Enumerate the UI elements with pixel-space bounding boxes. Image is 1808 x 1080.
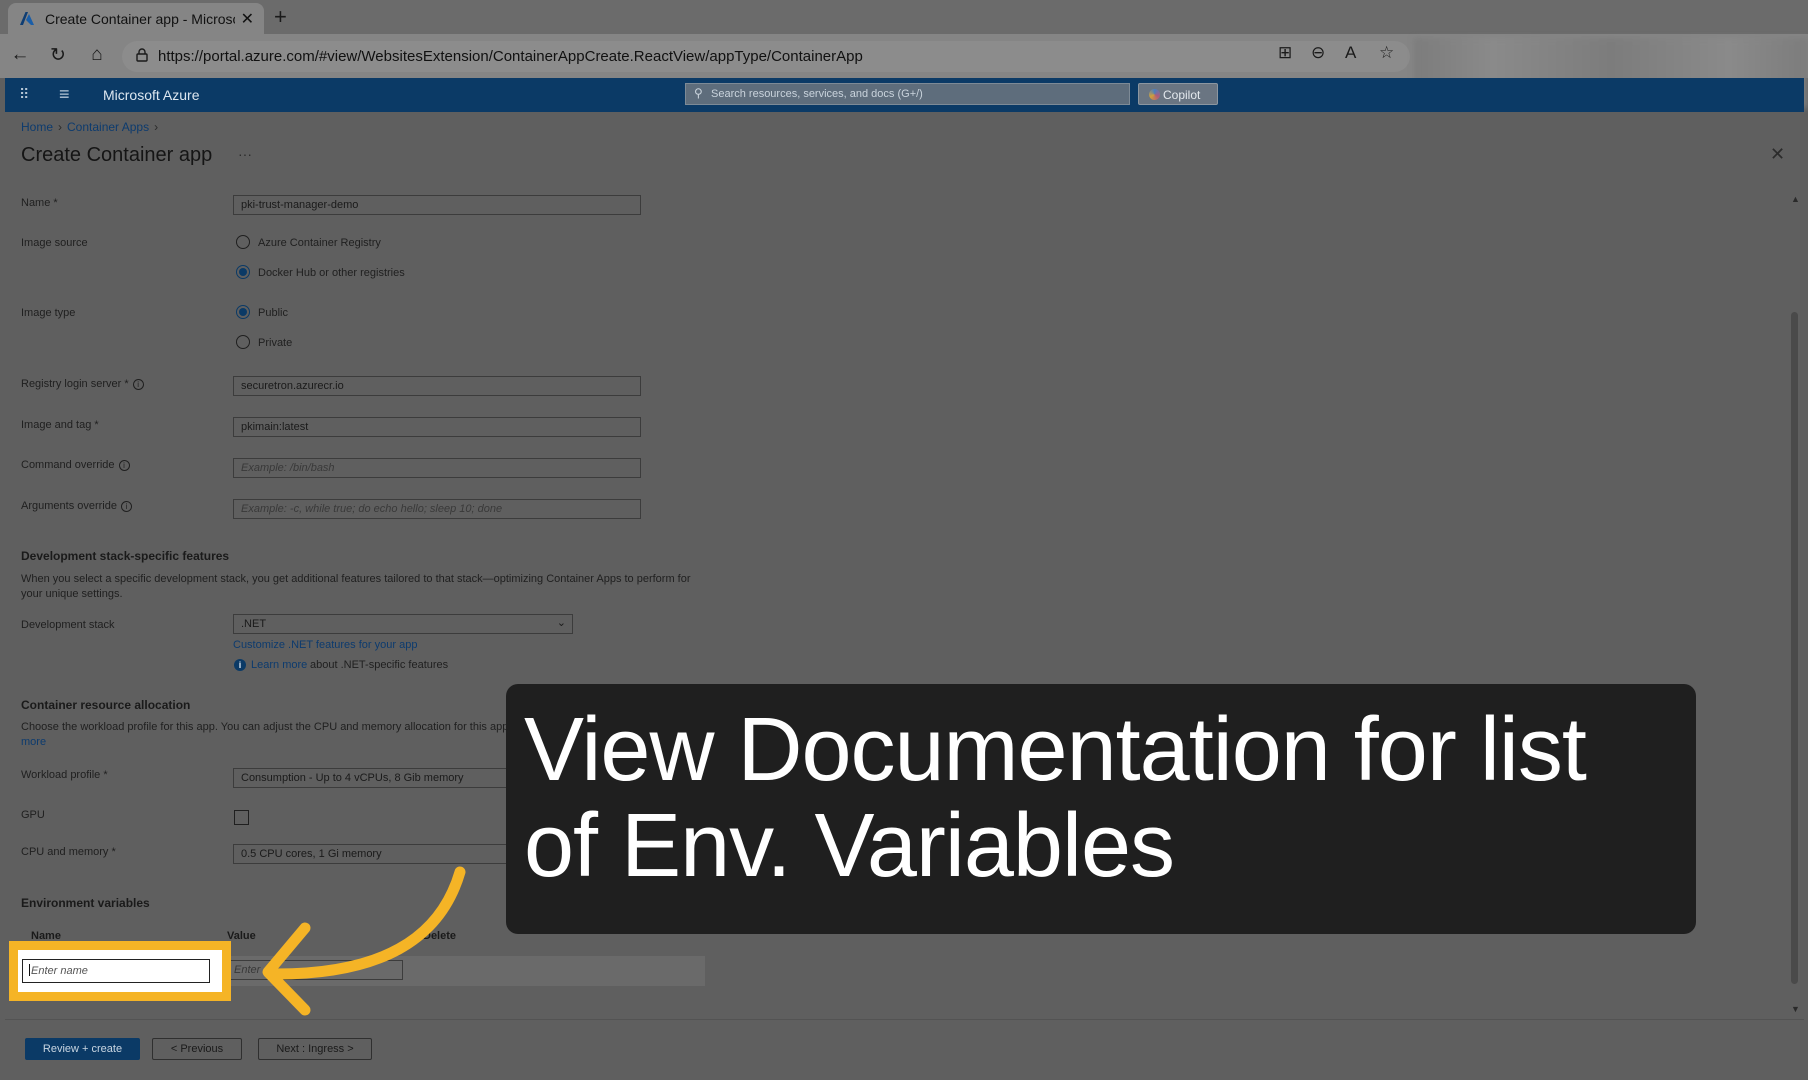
radio-circle <box>236 265 250 279</box>
waffle-icon[interactable]: ⠿ <box>19 86 29 103</box>
radio-circle <box>236 235 250 249</box>
page-title: Create Container app <box>21 144 213 166</box>
close-icon[interactable]: ✕ <box>1770 144 1785 165</box>
gpu-checkbox[interactable] <box>234 810 249 825</box>
zoom-icon[interactable]: ⊖ <box>1311 43 1325 63</box>
command-label: Command override i <box>21 459 130 471</box>
name-field[interactable]: pki-trust-manager-demo <box>233 195 641 215</box>
registry-field[interactable]: securetron.azurecr.io <box>233 376 641 396</box>
back-icon[interactable]: ← <box>8 44 32 66</box>
env-name-placeholder: Enter name <box>31 965 88 977</box>
dev-stack-value: .NET <box>241 618 267 630</box>
dev-stack-label: Development stack <box>21 619 115 631</box>
search-icon: ⚲ <box>694 86 703 100</box>
radio-label: Docker Hub or other registries <box>258 267 405 279</box>
callout-text: View Documentation for list of Env. Vari… <box>524 700 1587 896</box>
home-icon[interactable]: ⌂ <box>85 44 109 66</box>
image-source-label: Image source <box>21 237 88 249</box>
learn-more-suffix: about .NET-specific features <box>310 659 449 671</box>
scroll-up-icon[interactable]: ▲ <box>1791 194 1800 204</box>
cpu-memory-value: 0.5 CPU cores, 1 Gi memory <box>241 848 382 860</box>
radio-circle <box>236 335 250 349</box>
dev-stack-select[interactable]: .NET ⌄ <box>233 614 573 634</box>
tab-title: Create Container app - Microsoft <box>45 10 235 27</box>
env-value-field[interactable]: Enter <box>227 960 403 980</box>
env-name-field[interactable]: Enter name <box>22 959 210 983</box>
browser-tab[interactable]: Create Container app - Microsoft ✕ <box>8 3 264 34</box>
resource-description: Choose the workload profile for this app… <box>21 721 509 733</box>
previous-button[interactable]: < Previous <box>152 1038 242 1060</box>
radio-label: Azure Container Registry <box>258 237 381 249</box>
info-icon[interactable]: i <box>121 501 132 512</box>
customize-net-link[interactable]: Customize .NET features for your app <box>233 639 417 651</box>
apps-icon[interactable]: ⊞ <box>1278 43 1292 63</box>
tutorial-callout: View Documentation for list of Env. Vari… <box>506 684 1696 934</box>
favorite-icon[interactable]: ☆ <box>1379 43 1394 63</box>
brand[interactable]: Microsoft Azure <box>103 87 199 103</box>
plus-icon[interactable]: + <box>274 4 287 30</box>
command-label-text: Command override <box>21 459 115 471</box>
search-placeholder: Search resources, services, and docs (G+… <box>711 88 923 100</box>
scroll-down-icon[interactable]: ▼ <box>1791 1004 1800 1014</box>
image-type-label: Image type <box>21 307 76 319</box>
close-icon[interactable]: ✕ <box>241 9 254 29</box>
workload-label: Workload profile * <box>21 769 108 781</box>
radio-azure-container-registry[interactable]: Azure Container Registry <box>236 235 381 249</box>
dev-stack-description: When you select a specific development s… <box>21 573 691 600</box>
dev-stack-heading: Development stack-specific features <box>21 549 230 563</box>
radio-label: Public <box>258 307 288 319</box>
menu-icon[interactable]: ≡ <box>59 84 70 105</box>
azure-header: ⠿ ≡ Microsoft Azure ⚲ Search resources, … <box>5 78 1804 112</box>
text-caret <box>29 964 30 976</box>
image-tag-field[interactable]: pkimain:latest <box>233 417 641 437</box>
info-icon[interactable]: i <box>118 460 130 471</box>
chevron-down-icon: ⌄ <box>556 617 566 629</box>
registry-label: Registry login server * i <box>21 378 144 390</box>
search-input[interactable]: ⚲ Search resources, services, and docs (… <box>685 83 1130 105</box>
breadcrumb: Home › Container Apps › <box>21 120 163 134</box>
breadcrumb-home[interactable]: Home <box>21 120 53 134</box>
env-heading: Environment variables <box>21 896 150 910</box>
copilot-label: Copilot <box>1163 88 1201 102</box>
browser-tabstrip: Create Container app - Microsoft ✕ + <box>0 0 1808 34</box>
workload-value: Consumption - Up to 4 vCPUs, 8 Gib memor… <box>241 772 464 784</box>
review-create-button[interactable]: Review + create <box>25 1038 140 1060</box>
radio-public[interactable]: Public <box>236 305 288 319</box>
chevron-right-icon: › <box>154 120 159 134</box>
radio-private[interactable]: Private <box>236 335 292 349</box>
info-icon: i <box>234 659 246 671</box>
copilot-button[interactable]: Copilot <box>1138 83 1218 105</box>
address-bar[interactable]: https://portal.azure.com/#view/WebsitesE… <box>122 41 1410 72</box>
chevron-right-icon: › <box>58 120 63 134</box>
command-field[interactable]: Example: /bin/bash <box>233 458 641 478</box>
radio-circle <box>236 305 250 319</box>
info-icon[interactable]: i <box>132 379 144 390</box>
image-tag-label: Image and tag * <box>21 419 99 431</box>
env-col-value: Value <box>227 930 256 942</box>
gpu-label: GPU <box>21 809 45 821</box>
url-text: https://portal.azure.com/#view/WebsitesE… <box>158 48 863 65</box>
args-label: Arguments override i <box>21 500 132 512</box>
read-aloud-icon[interactable]: A <box>1345 43 1356 63</box>
next-ingress-button[interactable]: Next : Ingress > <box>258 1038 372 1060</box>
args-label-text: Arguments override <box>21 500 117 512</box>
more-link[interactable]: more <box>21 736 46 748</box>
registry-label-text: Registry login server * <box>21 378 129 390</box>
radio-label: Private <box>258 337 293 349</box>
radio-docker-hub[interactable]: Docker Hub or other registries <box>236 265 405 279</box>
learn-more-link[interactable]: Learn more <box>251 659 307 671</box>
args-field[interactable]: Example: -c, while true; do echo hello; … <box>233 499 641 519</box>
name-label: Name * <box>21 197 58 209</box>
resource-heading: Container resource allocation <box>21 698 191 712</box>
footer-divider <box>5 1019 1804 1020</box>
breadcrumb-container-apps[interactable]: Container Apps <box>67 120 149 134</box>
cpu-memory-label: CPU and memory * <box>21 846 116 858</box>
env-col-delete: Delete <box>423 930 457 942</box>
refresh-icon[interactable]: ↻ <box>46 44 70 67</box>
lock-icon <box>136 48 148 62</box>
azure-logo-icon <box>20 11 34 25</box>
copilot-icon <box>1149 89 1160 100</box>
scrollbar[interactable] <box>1791 312 1798 984</box>
more-icon[interactable]: ··· <box>238 146 252 162</box>
